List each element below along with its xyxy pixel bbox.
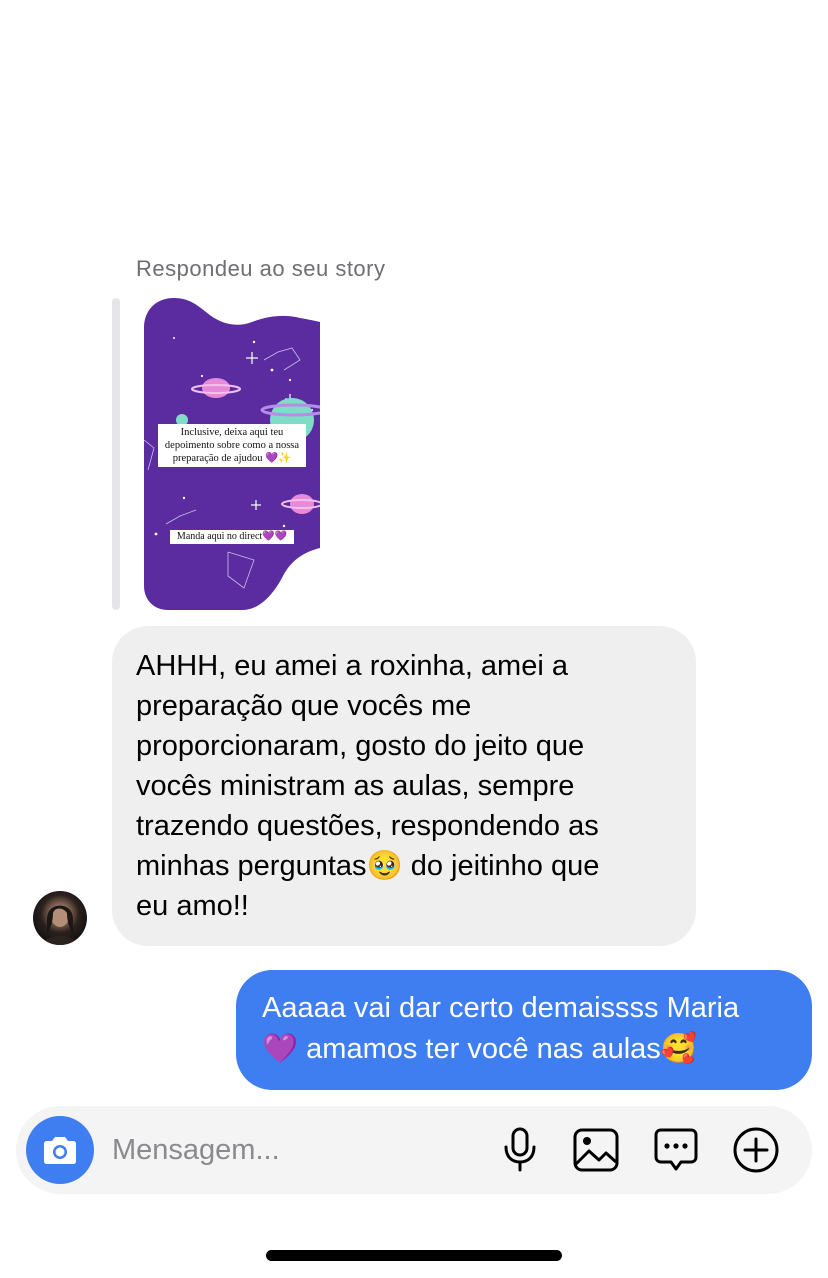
story-reply-bar <box>112 298 120 610</box>
more-button[interactable] <box>732 1126 780 1174</box>
microphone-button[interactable] <box>496 1126 544 1174</box>
microphone-icon <box>504 1127 536 1172</box>
sticker-button[interactable] <box>652 1126 700 1174</box>
story-reply-caption: Respondeu ao seu story <box>136 256 386 281</box>
story-sticker-text: Inclusive, deixa aqui teu depoimento sob… <box>158 424 306 467</box>
camera-button[interactable] <box>26 1116 94 1184</box>
plus-circle-icon <box>733 1127 779 1173</box>
home-indicator <box>266 1250 562 1261</box>
sticker-chat-icon <box>654 1128 698 1171</box>
gallery-button[interactable] <box>572 1126 620 1174</box>
message-composer <box>16 1106 812 1194</box>
avatar-photo <box>43 905 77 945</box>
outgoing-message-text: Aaaaa vai dar certo demaissss Maria 💜 am… <box>262 992 740 1065</box>
message-input[interactable] <box>112 1128 472 1172</box>
camera-icon <box>44 1137 76 1164</box>
story-thumbnail[interactable]: Inclusive, deixa aqui teu depoimento sob… <box>144 298 320 610</box>
outgoing-message-bubble[interactable]: Aaaaa vai dar certo demaissss Maria 💜 am… <box>236 970 812 1090</box>
incoming-message-bubble[interactable]: AHHH, eu amei a roxinha, amei a preparaç… <box>112 626 696 946</box>
image-icon <box>573 1128 619 1172</box>
incoming-message-text: AHHH, eu amei a roxinha, amei a preparaç… <box>136 650 600 922</box>
story-cta-text: Manda aqui no direct💜💜 <box>170 530 294 544</box>
sender-avatar[interactable] <box>33 891 87 945</box>
